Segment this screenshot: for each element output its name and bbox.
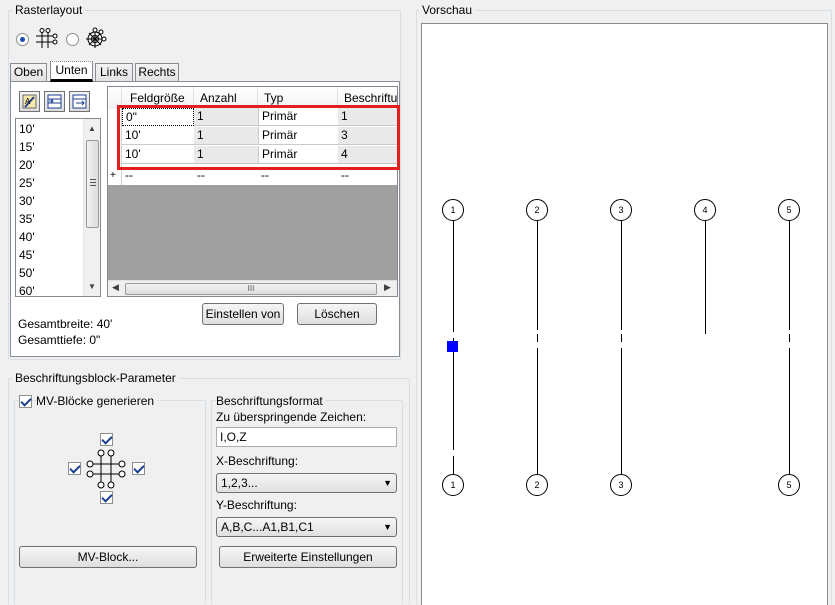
grid-bubble-top: 3 — [610, 199, 632, 221]
insert-row-icon — [47, 94, 62, 109]
mv-bottom-checkbox[interactable] — [100, 491, 113, 504]
grid-line-3 — [621, 220, 622, 474]
list-item[interactable]: 10' — [19, 122, 35, 136]
gesamtbreite-label: Gesamtbreite: 40' — [18, 317, 113, 331]
list-item[interactable]: 50' — [19, 266, 35, 280]
preview-canvas — [421, 23, 828, 605]
mv-block-button[interactable]: MV-Block... — [19, 546, 197, 568]
mv-block-diagram-icon — [86, 449, 126, 489]
svg-text:A: A — [25, 97, 31, 106]
scroll-thumb[interactable] — [86, 140, 99, 228]
tab-rechts[interactable]: Rechts — [135, 63, 179, 81]
grid-bubble-bottom: 3 — [610, 474, 632, 496]
orthogonal-grid-radio[interactable] — [16, 33, 29, 46]
skip-chars-input[interactable]: I,O,Z — [216, 427, 397, 447]
mv-generate-checkbox[interactable] — [19, 395, 32, 408]
chevron-down-icon: ▼ — [383, 522, 392, 532]
mv-left-checkbox[interactable] — [68, 462, 81, 475]
list-item[interactable]: 40' — [19, 230, 35, 244]
y-label: Y-Beschriftung: — [216, 498, 297, 512]
pencil-icon: A — [22, 94, 37, 109]
grid-bubble-top: 1 — [442, 199, 464, 221]
hscroll-thumb[interactable]: III — [125, 283, 377, 295]
insert-row-button[interactable] — [44, 91, 65, 112]
preview-title: Vorschau — [419, 3, 476, 17]
grid-bubble-bottom: 5 — [778, 474, 800, 496]
params-title: Beschriftungsblock-Parameter — [12, 371, 179, 385]
skip-chars-label: Zu überspringende Zeichen: — [216, 410, 367, 424]
size-listbox[interactable]: 10' 15' 20' 25' 30' 35' 40' 45' 50' 60' … — [15, 118, 101, 298]
rows-highlight — [117, 105, 400, 170]
grid-bubble-top: 5 — [778, 199, 800, 221]
mv-right-checkbox[interactable] — [132, 462, 145, 475]
grid-bubble-bottom: 1 — [442, 474, 464, 496]
scroll-left-icon[interactable]: ◀ — [112, 282, 119, 293]
grid-bubble-top: 4 — [694, 199, 716, 221]
mv-generate-label: MV-Blöcke generieren — [36, 394, 158, 408]
list-item[interactable]: 45' — [19, 248, 35, 262]
list-item[interactable]: 60' — [19, 284, 35, 298]
format-title: Beschriftungsformat — [216, 394, 326, 408]
loeschen-button[interactable]: Löschen — [297, 303, 377, 325]
grid-bubble-top: 2 — [526, 199, 548, 221]
grid-bubble-bottom: 2 — [526, 474, 548, 496]
list-item[interactable]: 20' — [19, 158, 35, 172]
grid-hscrollbar[interactable]: ◀ III ▶ — [108, 280, 397, 296]
list-item[interactable]: 35' — [19, 212, 35, 226]
x-format-select[interactable]: 1,2,3... ▼ — [216, 473, 397, 493]
grid-line-4 — [705, 220, 706, 334]
x-label: X-Beschriftung: — [216, 454, 299, 468]
scroll-right-icon[interactable]: ▶ — [384, 282, 391, 293]
mv-top-checkbox[interactable] — [100, 433, 113, 446]
tab-unten[interactable]: Unten — [50, 61, 93, 82]
selection-grip[interactable] — [447, 341, 458, 352]
chevron-down-icon: ▼ — [383, 478, 392, 488]
list-item[interactable]: 25' — [19, 176, 35, 190]
tab-oben[interactable]: Oben — [10, 63, 47, 81]
grid-line-2 — [537, 220, 538, 474]
tab-links[interactable]: Links — [95, 63, 133, 81]
scroll-up-icon[interactable]: ▲ — [84, 124, 100, 133]
list-item[interactable]: 15' — [19, 140, 35, 154]
list-item[interactable]: 30' — [19, 194, 35, 208]
append-row-icon — [72, 94, 87, 109]
append-row-button[interactable] — [69, 91, 90, 112]
scroll-down-icon[interactable]: ▼ — [84, 282, 100, 291]
einstellen-von-button[interactable]: Einstellen von — [202, 303, 284, 325]
advanced-settings-button[interactable]: Erweiterte Einstellungen — [219, 546, 397, 568]
gesamttiefe-label: Gesamttiefe: 0" — [18, 333, 101, 347]
list-scrollbar[interactable]: ▲ ▼ — [83, 119, 100, 296]
hscroll-grip: III — [247, 284, 255, 293]
edit-style-button[interactable]: A — [19, 91, 40, 112]
radial-grid-radio[interactable] — [66, 33, 79, 46]
y-format-select[interactable]: A,B,C...A1,B1,C1 ▼ — [216, 517, 397, 537]
radial-grid-icon[interactable] — [84, 27, 108, 51]
rasterlayout-title: Rasterlayout — [12, 3, 86, 17]
grid-line-5 — [789, 220, 790, 474]
orthogonal-grid-icon[interactable] — [34, 28, 58, 50]
